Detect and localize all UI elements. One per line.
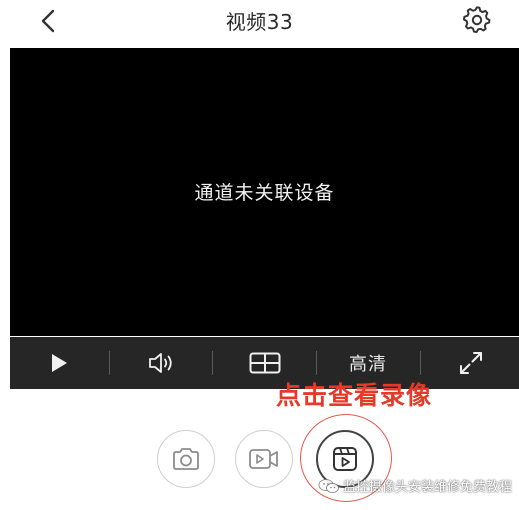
playback-icon — [333, 447, 357, 471]
play-icon — [52, 354, 67, 372]
divider — [420, 351, 421, 375]
watermark-text: 监控摄像头安装维修免费教程 — [343, 480, 513, 495]
speaker-icon — [149, 353, 172, 373]
wechat-icon — [318, 478, 339, 493]
split-screen-icon — [249, 352, 281, 374]
expand-icon — [460, 352, 482, 374]
volume-button[interactable] — [126, 337, 196, 389]
play-button[interactable] — [24, 337, 94, 389]
player-control-bar: 高清 — [10, 337, 519, 389]
fullscreen-button[interactable] — [436, 337, 506, 389]
video-record-icon — [249, 449, 278, 469]
divider — [212, 351, 213, 375]
video-page: 视频33 通道未关联设备 高清 点击查看录像 监控摄像头安装维修免费教程 — [0, 0, 519, 510]
no-device-message: 通道未关联设备 — [194, 182, 335, 204]
quality-label: 高清 — [349, 354, 387, 375]
settings-button[interactable] — [458, 2, 496, 38]
watermark: 监控摄像头安装维修免费教程 — [318, 476, 512, 495]
snapshot-button[interactable] — [157, 430, 215, 488]
annotation-text: 点击查看录像 — [276, 381, 433, 410]
divider — [109, 351, 110, 375]
header-bar: 视频33 — [0, 0, 519, 46]
gear-icon — [462, 6, 491, 34]
divider — [316, 351, 317, 375]
video-player[interactable]: 通道未关联设备 — [10, 48, 519, 336]
record-button[interactable] — [235, 430, 293, 488]
page-title: 视频33 — [225, 10, 294, 34]
camera-icon — [173, 448, 199, 470]
